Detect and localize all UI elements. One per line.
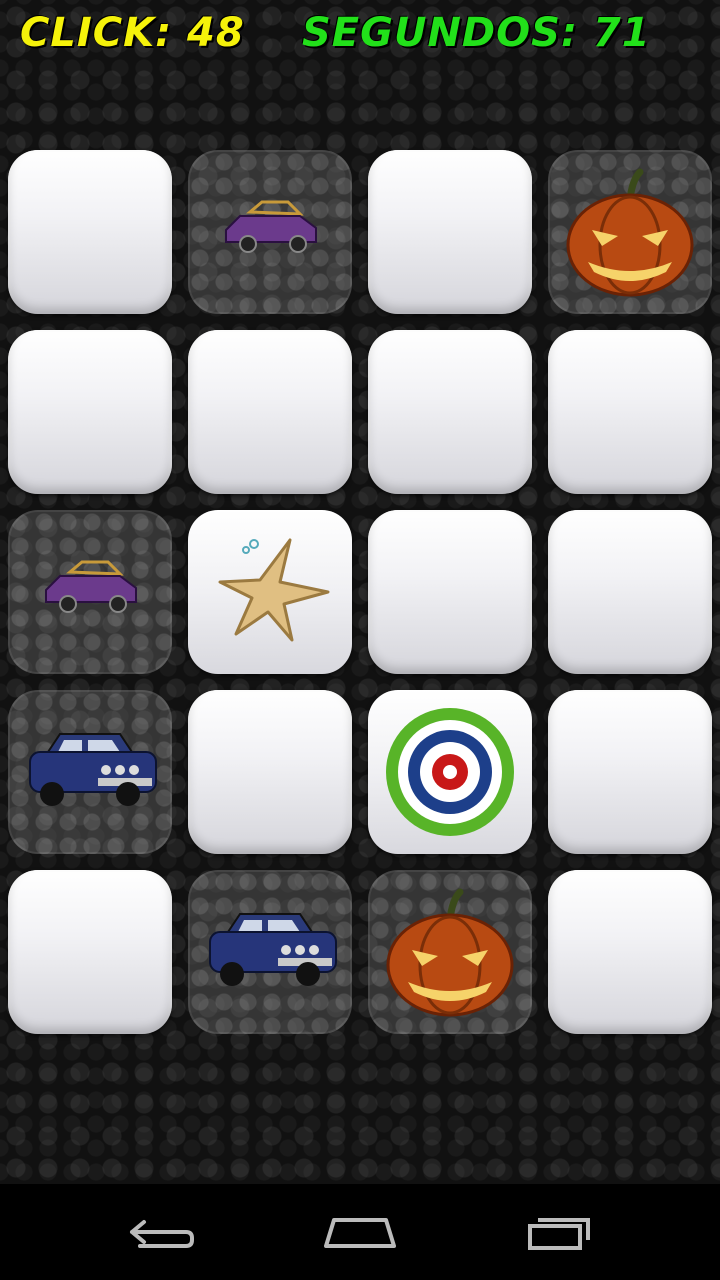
click-counter: CLICK: 48 [20,10,245,56]
recent-apps-button[interactable] [510,1202,610,1262]
card-face-down[interactable] [548,330,712,494]
blue-mini-car-icon [29,733,157,806]
starfish-icon [218,538,330,642]
card-face-down[interactable] [188,330,352,494]
purple-car-icon [225,200,317,253]
home-icon [324,1218,396,1248]
card-face-down[interactable] [8,870,172,1034]
seconds-timer: SEGUNDOS: 71 [302,10,651,56]
card-face-down[interactable] [368,330,532,494]
purple-car-icon [45,560,137,613]
pumpkin-icon [566,168,694,297]
game-board [8,150,712,1034]
card-face-down[interactable] [368,150,532,314]
card-face-down[interactable] [8,330,172,494]
card-face-down[interactable] [8,150,172,314]
back-button[interactable] [110,1202,210,1262]
card-revealed-car-blue[interactable] [8,690,172,854]
hud: CLICK: 48 SEGUNDOS: 71 [0,0,720,80]
card-revealed-starfish[interactable] [188,510,352,674]
card-face-down[interactable] [548,870,712,1034]
card-revealed-car-purple[interactable] [8,510,172,674]
card-face-down[interactable] [548,510,712,674]
card-revealed-target[interactable] [368,690,532,854]
card-revealed-pumpkin[interactable] [548,150,712,314]
recent-apps-icon [528,1218,590,1250]
back-icon [130,1220,194,1248]
pumpkin-icon [386,888,514,1017]
card-revealed-car-blue[interactable] [188,870,352,1034]
home-button[interactable] [310,1202,410,1262]
card-face-down[interactable] [368,510,532,674]
card-revealed-pumpkin[interactable] [368,870,532,1034]
blue-mini-car-icon [209,913,337,986]
card-face-down[interactable] [548,690,712,854]
android-nav-bar [0,1184,720,1280]
card-revealed-car-purple[interactable] [188,150,352,314]
target-icon [386,708,514,836]
card-face-down[interactable] [188,690,352,854]
